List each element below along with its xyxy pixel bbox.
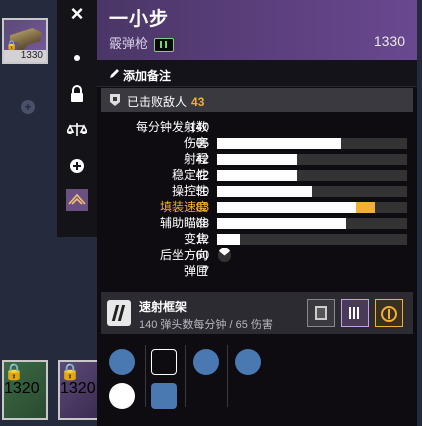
stat-impact: 伤害 65 [97,136,417,151]
frame-icon [107,300,131,326]
weapon-type-row: 霰弹枪 [109,33,175,52]
item-power: 1320 [60,380,96,397]
add-icon[interactable] [57,148,97,184]
close-button[interactable]: × [57,0,97,32]
stat-bar-fill [217,154,297,165]
compare-icon[interactable] [57,112,97,148]
add-item-icon[interactable]: + [21,100,35,114]
stat-bar [217,234,407,245]
stat-rpm: 每分钟发射数 140 [97,120,417,135]
special-ammo-icon [154,37,175,52]
recoil-direction-icon [217,248,232,263]
intrinsic-frame[interactable]: 速射框架 140 弹头数每分钟 / 65 伤害 [101,292,413,334]
masterwork-icon[interactable] [375,299,403,327]
stat-recoil: 后坐方向 60 [97,248,417,263]
kill-tracker: 已击败敌人 43 [101,88,413,112]
stat-value: 140 [188,120,209,134]
stat-bar-fill [217,170,297,181]
inventory-item-shotgun[interactable]: 🔒 1330 [2,18,48,64]
stat-value: 42 [195,152,209,166]
shader-slot-icon[interactable] [341,299,369,327]
stat-aim-assist: 辅助瞄准 68 [97,216,417,231]
trait1-perk-icon[interactable] [193,349,219,375]
stat-value: 7 [202,264,209,278]
stat-bar [217,202,407,213]
add-notes-row[interactable]: 添加备注 [97,60,417,87]
stat-stability: 稳定性 42 [97,168,417,183]
stat-bar [217,154,407,165]
add-notes-label: 添加备注 [123,69,172,83]
perk-grid [97,343,417,413]
barrel-perk-icon[interactable] [109,349,135,375]
weapon-power: 1330 [373,33,405,49]
loadout-icon[interactable] [57,182,97,218]
lock-icon: 🔒 [4,364,24,381]
stat-value: 83 [195,200,209,214]
item-power: 1330 [4,50,46,62]
stat-range: 射程 42 [97,152,417,167]
dot-icon[interactable] [57,40,97,76]
stat-zoom: 变焦 12 [97,232,417,247]
stat-bar [217,170,407,181]
item-popup-panel: 一小步 霰弹枪 1330 添加备注 已击败敌人 43 每分钟发射数 140 伤害 … [97,0,417,426]
item-action-sidebar: × [57,0,97,237]
pencil-icon [110,69,119,78]
stat-value: 65 [195,136,209,150]
lock-icon: 🔒 [6,40,18,50]
inventory-item-1[interactable]: 🔒 1320 [2,360,48,420]
perk-divider [185,345,186,407]
lock-icon[interactable] [57,76,97,112]
perk-divider [227,345,228,407]
stat-bar-bonus [355,202,375,213]
mod-slot-icon[interactable] [307,299,335,327]
stat-bar-fill [217,218,347,229]
item-power: 1320 [4,380,40,397]
stat-reload: 填装速度 83 [97,200,417,215]
stat-bar-fill [217,138,341,149]
frame-name: 速射框架 [139,300,188,314]
kills-label: 已击败敌人 [127,95,188,109]
stat-value: 68 [195,216,209,230]
weapon-type: 霰弹枪 [109,36,149,51]
stat-handling: 操控性 50 [97,184,417,199]
stat-bar-fill [217,186,312,197]
magazine-perk-icon[interactable] [151,349,177,375]
stat-value: 42 [195,168,209,182]
kills-value: 43 [191,95,205,109]
magazine-perk-alt-icon[interactable] [151,383,177,409]
weapon-name: 一小步 [109,9,170,30]
stat-value: 12 [195,232,209,246]
frame-description: 140 弹头数每分钟 / 65 伤害 [139,319,273,331]
stat-magazine: 弹匣 7 [97,264,417,279]
trait2-perk-icon[interactable] [235,349,261,375]
lock-icon: 🔒 [60,364,80,381]
tracker-icon [110,94,120,106]
stat-value: 60 [195,248,209,262]
perk-divider [145,345,146,407]
stat-bar [217,186,407,197]
stat-bar [217,138,407,149]
stat-bar-fill [217,234,240,245]
barrel-perk-alt-icon[interactable] [109,383,135,409]
stat-value: 50 [195,184,209,198]
item-header: 一小步 霰弹枪 1330 [97,0,417,60]
stat-bar [217,218,407,229]
stat-bar-fill [217,202,356,213]
